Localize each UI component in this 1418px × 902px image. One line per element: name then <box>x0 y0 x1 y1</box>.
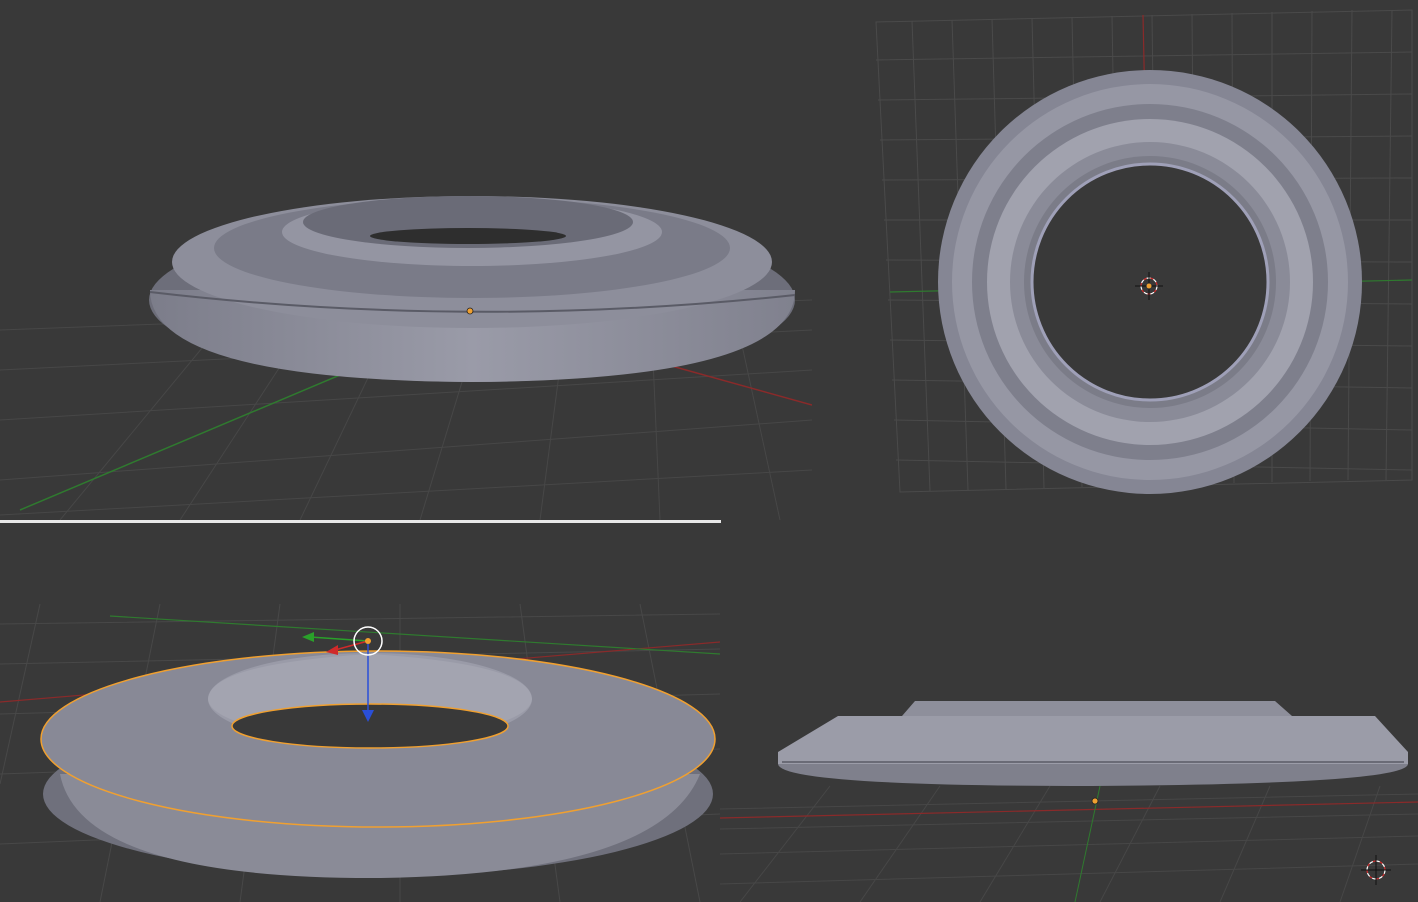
viewport-splitter[interactable] <box>0 520 721 523</box>
origin-dot[interactable] <box>1091 797 1099 805</box>
3d-cursor-icon[interactable] <box>1361 855 1391 885</box>
origin-dot[interactable] <box>466 307 474 315</box>
perspective-scene <box>0 196 812 520</box>
top-ortho-viewport[interactable] <box>812 0 1418 520</box>
front-scene <box>720 701 1418 902</box>
floor-grid <box>720 785 1418 902</box>
top-scene <box>875 9 1413 494</box>
y-axis-line <box>109 615 720 655</box>
ring-mesh[interactable] <box>40 650 716 879</box>
ring-mesh[interactable] <box>149 196 796 382</box>
front-ortho-viewport[interactable] <box>720 524 1418 902</box>
selected-perspective-viewport[interactable] <box>0 524 720 902</box>
ring-mesh[interactable] <box>778 701 1408 786</box>
y-axis-line <box>19 374 341 511</box>
perspective-viewport[interactable] <box>0 0 812 520</box>
ring-mesh[interactable] <box>938 70 1362 494</box>
x-axis-line <box>720 801 1418 819</box>
selected-scene <box>0 603 720 902</box>
